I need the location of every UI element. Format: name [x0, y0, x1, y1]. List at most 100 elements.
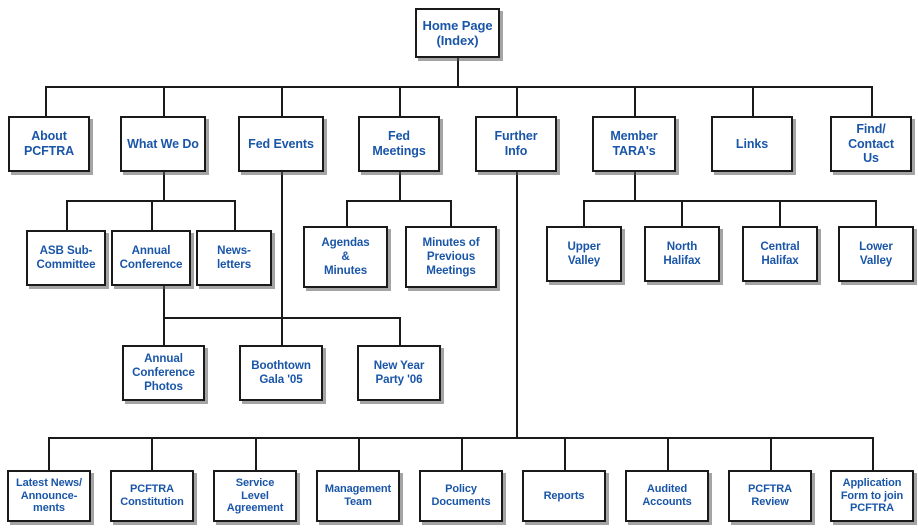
- node-label: Annual Conference: [119, 244, 183, 271]
- node-lower-valley[interactable]: Lower Valley: [838, 226, 914, 282]
- node-label: Central Halifax: [760, 240, 800, 267]
- node-label: Minutes of Previous Meetings: [422, 236, 480, 277]
- node-label: What We Do: [127, 136, 199, 151]
- node-label: Member TARA's: [610, 129, 658, 158]
- connector-drop-furtherinfo: [516, 86, 518, 116]
- connector-drop-mgmtteam: [358, 437, 360, 470]
- node-minutes-previous-meetings[interactable]: Minutes of Previous Meetings: [405, 226, 497, 288]
- connector-drop-pcftrareview: [770, 437, 772, 470]
- node-newsletters[interactable]: News- letters: [196, 230, 272, 286]
- node-reports[interactable]: Reports: [522, 470, 606, 522]
- connector-drop-findcontact: [871, 86, 873, 116]
- connector-drop-appform: [872, 437, 874, 470]
- connector-drop-fedevents: [281, 86, 283, 116]
- node-service-level-agreement[interactable]: Service Level Agreement: [213, 470, 297, 522]
- connector-membertaras-bus: [583, 200, 877, 202]
- connector-whatwedo-stem: [163, 172, 165, 202]
- connector-drop-membertaras: [634, 86, 636, 116]
- node-label: Latest News/ Announce- ments: [15, 476, 83, 515]
- node-annual-conference[interactable]: Annual Conference: [111, 230, 191, 286]
- node-label: ASB Sub- Committee: [36, 244, 96, 271]
- node-policy-documents[interactable]: Policy Documents: [419, 470, 503, 522]
- node-label: About PCFTRA: [23, 129, 75, 158]
- node-pcftra-constitution[interactable]: PCFTRA Constitution: [110, 470, 194, 522]
- connector-fedmeetings-bus: [346, 200, 452, 202]
- node-label: Fed Meetings: [372, 129, 426, 158]
- connector-drop-newsletters: [234, 200, 236, 230]
- node-management-team[interactable]: Management Team: [316, 470, 400, 522]
- node-label: Fed Events: [248, 136, 314, 151]
- connector-drop-centralhalifax: [779, 200, 781, 226]
- node-home-page[interactable]: Home Page (Index): [415, 8, 500, 58]
- connector-drop-sla: [255, 437, 257, 470]
- node-find-contact-us[interactable]: Find/ Contact Us: [830, 116, 912, 172]
- site-map-diagram: Home Page (Index) About PCFTRA What We D…: [0, 0, 918, 529]
- node-label: Reports: [543, 489, 585, 502]
- node-boothtown-gala[interactable]: Boothtown Gala '05: [239, 345, 323, 401]
- node-label: Home Page (Index): [422, 17, 493, 48]
- node-label: North Halifax: [663, 240, 701, 267]
- node-label: Find/ Contact Us: [848, 121, 894, 166]
- node-label: Lower Valley: [859, 240, 893, 267]
- connector-drop-links: [752, 86, 754, 116]
- node-label: Policy Documents: [431, 483, 491, 508]
- node-label: Application Form to join PCFTRA: [840, 476, 904, 515]
- node-label: Service Level Agreement: [226, 476, 284, 515]
- node-label: News- letters: [216, 244, 252, 271]
- connector-drop-latestnews: [48, 437, 50, 470]
- node-new-year-party[interactable]: New Year Party '06: [357, 345, 441, 401]
- node-annual-conference-photos[interactable]: Annual Conference Photos: [122, 345, 205, 401]
- connector-drop-about: [45, 86, 47, 116]
- connector-drop-policydocs: [461, 437, 463, 470]
- connector-main-bus: [45, 86, 873, 88]
- connector-membertaras-stem: [634, 172, 636, 202]
- connector-drop-fedmeetings: [399, 86, 401, 116]
- node-audited-accounts[interactable]: Audited Accounts: [625, 470, 709, 522]
- node-label: New Year Party '06: [373, 359, 425, 386]
- connector-drop-annualconf: [151, 200, 153, 230]
- connector-drop-boothtown: [281, 317, 283, 345]
- node-links[interactable]: Links: [711, 116, 793, 172]
- node-pcftra-review[interactable]: PCFTRA Review: [728, 470, 812, 522]
- node-north-halifax[interactable]: North Halifax: [644, 226, 720, 282]
- node-upper-valley[interactable]: Upper Valley: [546, 226, 622, 282]
- node-label: Upper Valley: [567, 240, 601, 267]
- connector-drop-northhalifax: [681, 200, 683, 226]
- node-label: PCFTRA Constitution: [120, 483, 184, 508]
- node-label: Agendas & Minutes: [321, 236, 370, 277]
- connector-drop-whatwedo: [163, 86, 165, 116]
- node-further-info[interactable]: Further Info: [475, 116, 557, 172]
- node-application-form[interactable]: Application Form to join PCFTRA: [830, 470, 914, 522]
- connector-root-stem: [457, 58, 459, 86]
- node-label: Audited Accounts: [642, 483, 692, 508]
- node-label: Further Info: [494, 129, 538, 158]
- node-fed-events[interactable]: Fed Events: [238, 116, 324, 172]
- connector-annualconf-stem: [163, 286, 165, 319]
- node-what-we-do[interactable]: What We Do: [120, 116, 206, 172]
- connector-drop-asb: [66, 200, 68, 230]
- node-fed-meetings[interactable]: Fed Meetings: [358, 116, 440, 172]
- connector-fedmeetings-stem: [399, 172, 401, 202]
- node-label: Links: [735, 136, 769, 151]
- node-member-taras[interactable]: Member TARA's: [592, 116, 676, 172]
- connector-drop-auditedaccounts: [667, 437, 669, 470]
- node-asb-sub-committee[interactable]: ASB Sub- Committee: [26, 230, 106, 286]
- connector-drop-confphotos: [163, 317, 165, 345]
- node-label: PCFTRA Review: [747, 483, 792, 508]
- connector-drop-lowervalley: [875, 200, 877, 226]
- connector-drop-minutesprev: [450, 200, 452, 226]
- node-central-halifax[interactable]: Central Halifax: [742, 226, 818, 282]
- node-label: Annual Conference Photos: [132, 352, 195, 393]
- connector-drop-agendas: [346, 200, 348, 226]
- connector-fedevents-stem: [281, 172, 283, 319]
- connector-drop-uppervalley: [583, 200, 585, 226]
- node-label: Boothtown Gala '05: [251, 359, 311, 386]
- connector-furtherinfo-stem: [516, 172, 518, 439]
- node-agendas-minutes[interactable]: Agendas & Minutes: [303, 226, 388, 288]
- connector-drop-reports: [564, 437, 566, 470]
- node-label: Management Team: [324, 483, 392, 508]
- connector-drop-constitution: [151, 437, 153, 470]
- connector-drop-newyear: [399, 317, 401, 345]
- node-about-pcftra[interactable]: About PCFTRA: [8, 116, 90, 172]
- node-latest-news-announcements[interactable]: Latest News/ Announce- ments: [7, 470, 91, 522]
